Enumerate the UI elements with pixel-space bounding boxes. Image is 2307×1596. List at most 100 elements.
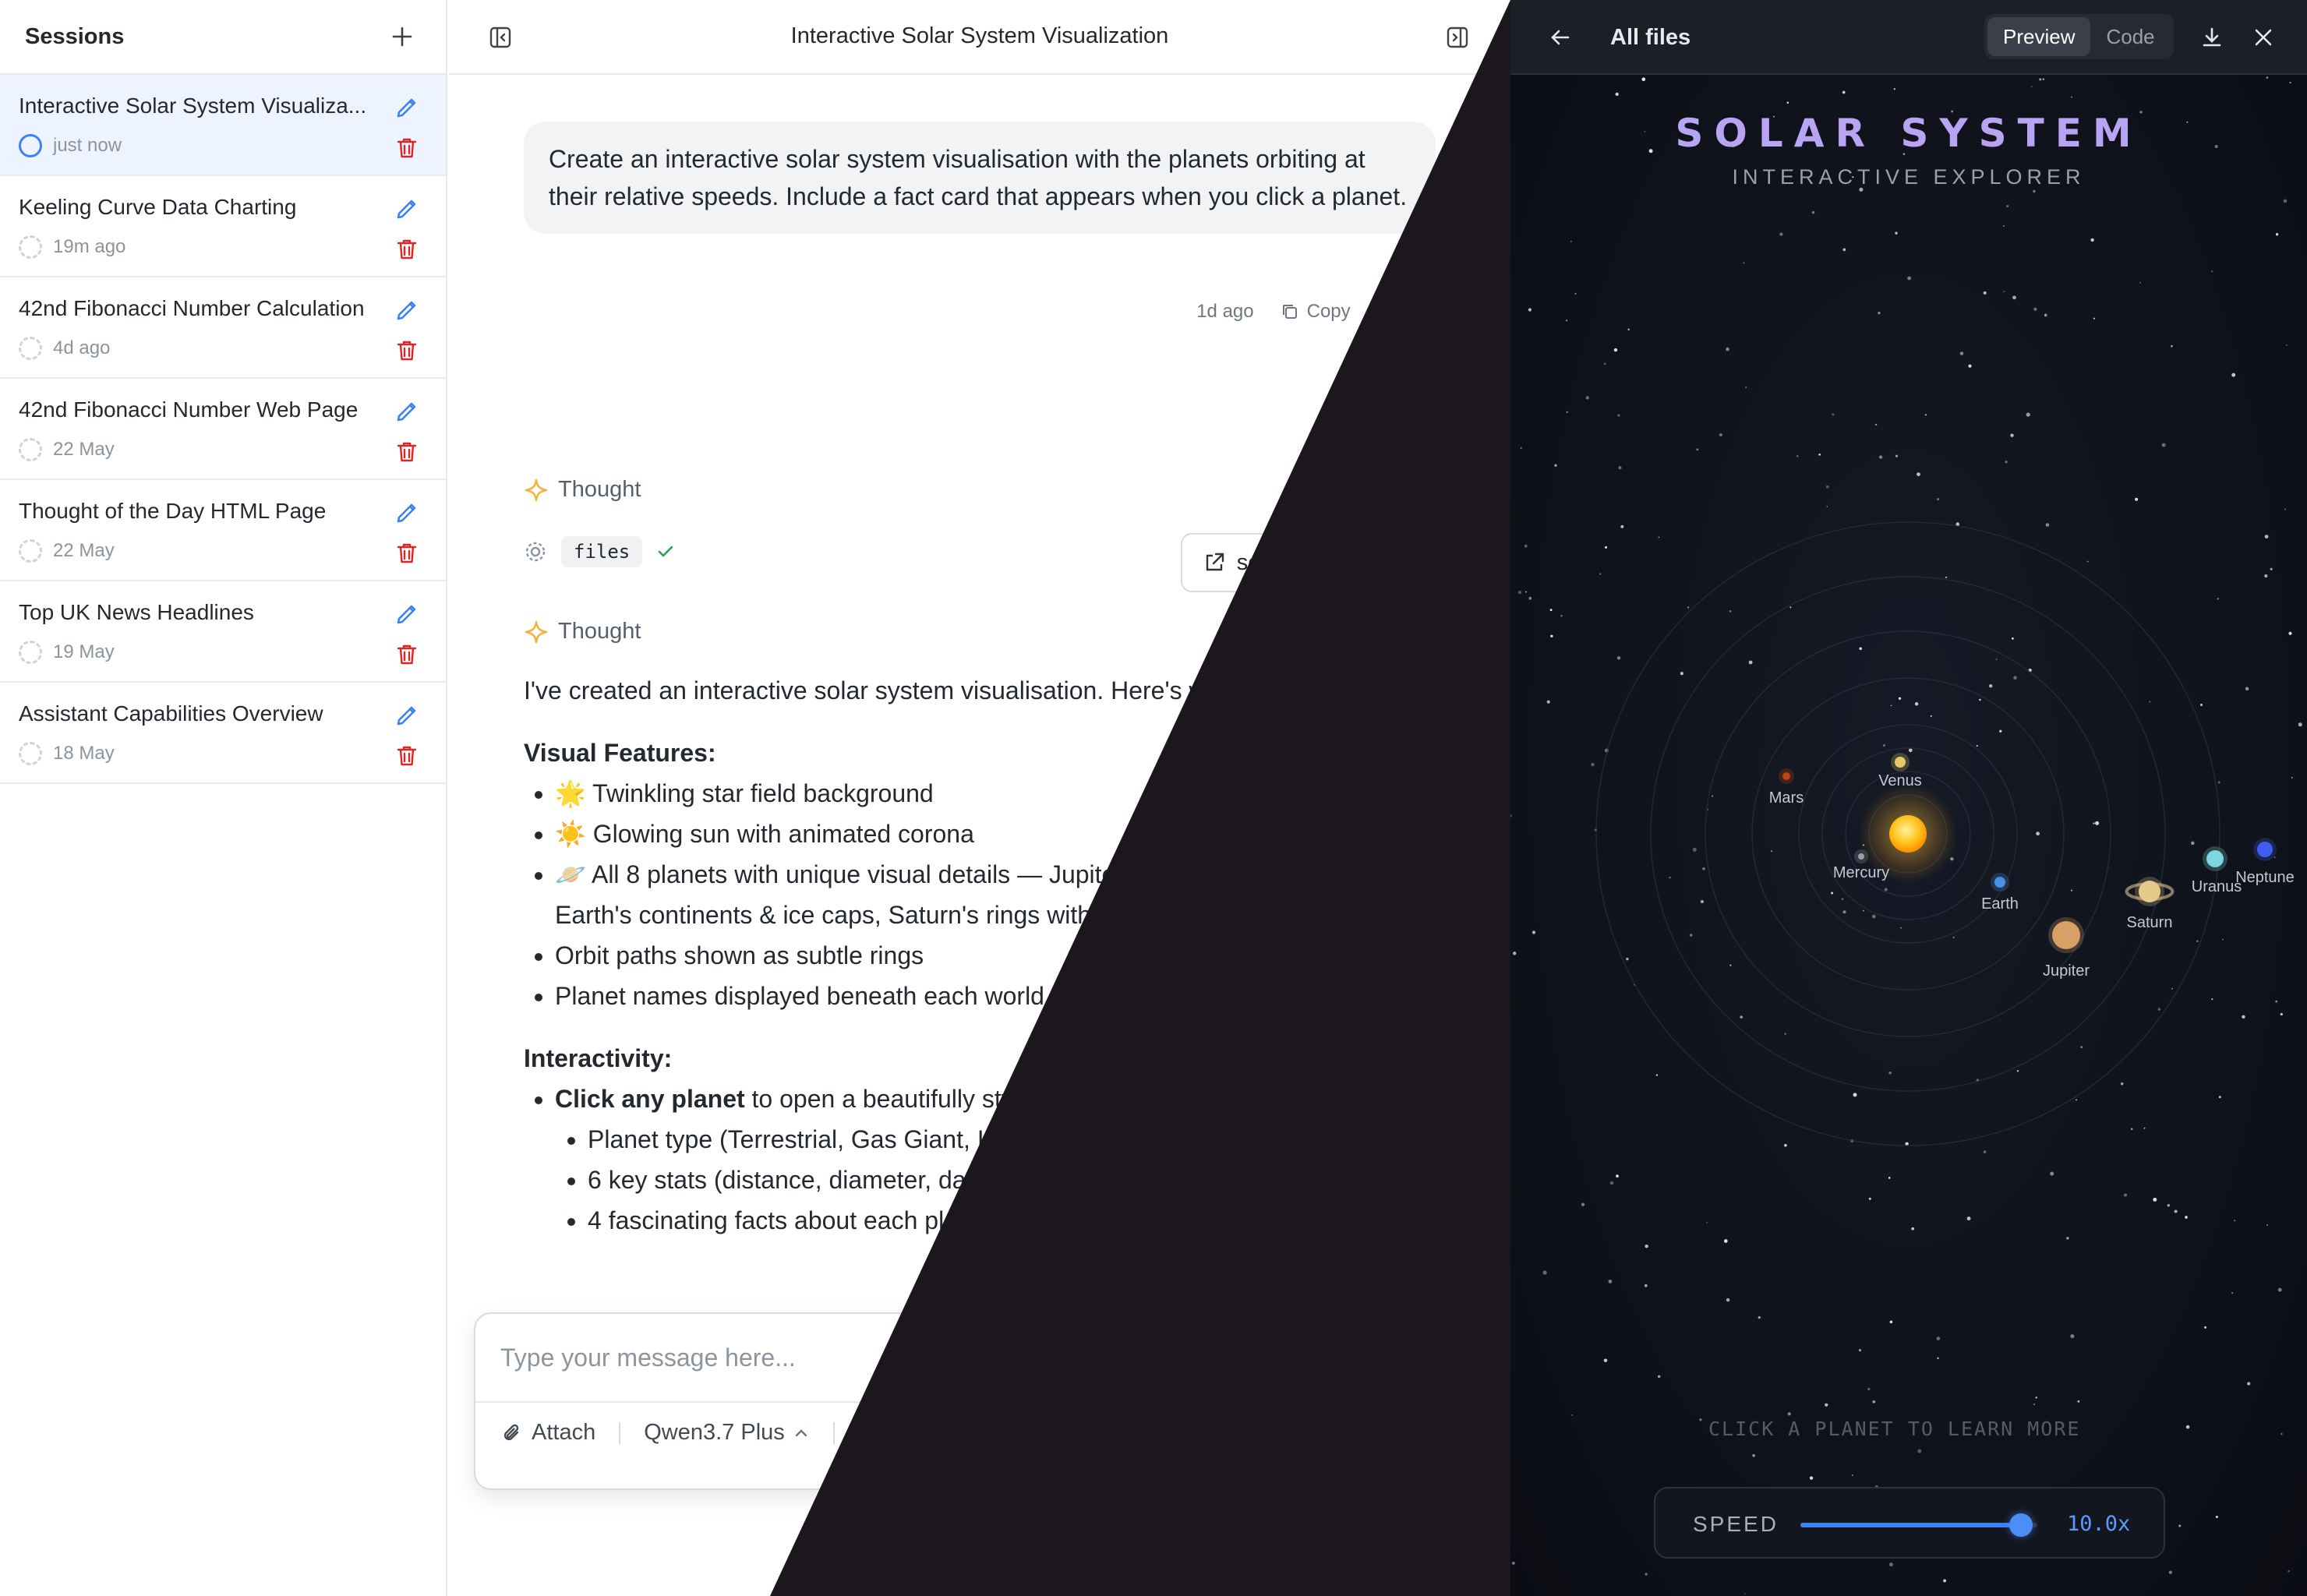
send-button[interactable]	[1422, 1421, 1459, 1459]
edit-session-button[interactable]	[391, 700, 422, 731]
star	[2283, 199, 2288, 203]
trash-icon	[397, 442, 417, 462]
status-indicator	[19, 337, 42, 360]
thought-toggle-2[interactable]: Thought	[524, 619, 641, 644]
sparkle-icon	[525, 620, 548, 643]
chat-panel: Interactive Solar System Visualization C…	[449, 0, 1510, 1596]
new-session-button[interactable]	[387, 21, 418, 52]
tab-preview[interactable]: Preview	[1987, 17, 2091, 56]
planet-jupiter[interactable]: Jupiter	[2043, 917, 2090, 980]
star	[1550, 634, 1553, 637]
delete-session-button[interactable]	[391, 538, 422, 569]
toggle-preview-button[interactable]	[1440, 20, 1475, 55]
pencil-icon	[397, 706, 416, 726]
star	[2093, 822, 2095, 824]
session-item[interactable]: Keeling Curve Data Charting 19m ago	[0, 176, 446, 277]
star	[2266, 1224, 2269, 1226]
panel-right-icon	[1447, 26, 1468, 48]
star	[2076, 1099, 2078, 1101]
planet-label: Venus	[1878, 772, 1922, 789]
star	[1546, 700, 1550, 704]
star	[1867, 1387, 1871, 1390]
send-icon	[1426, 1425, 1455, 1455]
star	[1581, 1202, 1585, 1206]
effort-selector[interactable]: Medium	[858, 1420, 963, 1446]
chat-title: Interactive Solar System Visualization	[790, 23, 1169, 48]
session-item[interactable]: Top UK News Headlines 19 May	[0, 581, 446, 683]
fact-card-list: Planet type (Terrestrial, Gas Giant, Ice…	[588, 1119, 1459, 1241]
copy-label: Copy	[1306, 301, 1351, 322]
planet-body[interactable]	[2257, 842, 2273, 857]
session-item[interactable]: 42nd Fibonacci Number Calculation 4d ago	[0, 277, 446, 379]
session-list: Interactive Solar System Visualiza... jus…	[0, 75, 446, 784]
star	[1895, 454, 1899, 457]
copy-button[interactable]: Copy	[1281, 301, 1351, 323]
star	[1888, 1177, 1891, 1179]
planet-venus[interactable]: Venus	[1878, 753, 1922, 789]
star	[2167, 1203, 2171, 1207]
session-title: Interactive Solar System Visualiza...	[19, 94, 367, 118]
preview-panel: All files Preview Code Mercury Venus Ear…	[1510, 0, 2307, 1596]
star	[1517, 591, 1521, 595]
paperclip-icon	[503, 1424, 519, 1440]
planet-body[interactable]	[1858, 853, 1864, 860]
session-item[interactable]: Interactive Solar System Visualiza... jus…	[0, 75, 446, 176]
delete-session-button[interactable]	[391, 639, 422, 670]
tab-code[interactable]: Code	[2090, 17, 2170, 56]
speed-slider-track[interactable]	[1800, 1523, 2037, 1527]
planet-body[interactable]	[2139, 881, 2160, 902]
close-button[interactable]	[2248, 22, 2279, 53]
star	[1570, 1414, 1573, 1416]
session-item[interactable]: Assistant Capabilities Overview 18 May	[0, 683, 446, 784]
star	[2012, 295, 2016, 300]
chevron-up-icon	[795, 1428, 807, 1436]
star	[1898, 697, 1902, 700]
planet-body[interactable]	[2206, 850, 2224, 867]
edit-session-button[interactable]	[391, 295, 422, 326]
delete-session-button[interactable]	[391, 132, 422, 164]
planet-mars[interactable]: Mars	[1769, 768, 1804, 807]
star	[1748, 660, 1753, 665]
star	[1591, 762, 1595, 767]
planet-body[interactable]	[2052, 921, 2080, 949]
star	[2153, 1197, 2157, 1202]
star	[1617, 414, 1620, 417]
status-indicator	[19, 438, 42, 461]
edit-session-button[interactable]	[391, 193, 422, 224]
speed-slider-handle[interactable]	[2008, 1513, 2033, 1537]
delete-session-button[interactable]	[391, 234, 422, 265]
session-item[interactable]: Thought of the Day HTML Page 22 May	[0, 480, 446, 581]
star	[2030, 86, 2033, 87]
edit-session-button[interactable]	[391, 497, 422, 528]
download-button[interactable]	[2196, 22, 2228, 53]
model-selector[interactable]: Qwen3.7 Plus	[644, 1420, 810, 1446]
sun[interactable]	[1889, 815, 1927, 853]
edit-session-button[interactable]	[391, 396, 422, 427]
star	[1842, 90, 1846, 94]
list-item: 6 key stats (distance, diameter, day/yea…	[588, 1160, 1459, 1200]
planet-body[interactable]	[1994, 877, 2005, 888]
session-item[interactable]: 42nd Fibonacci Number Web Page 22 May	[0, 379, 446, 480]
back-button[interactable]	[1543, 20, 1577, 55]
star	[1930, 715, 1932, 717]
planet-body[interactable]	[1782, 772, 1790, 780]
star	[2289, 82, 2291, 83]
edit-session-button[interactable]	[391, 598, 422, 630]
planet-body[interactable]	[1895, 757, 1906, 768]
star	[1687, 606, 1690, 609]
edit-button[interactable]: Edit	[1377, 301, 1436, 323]
thought-toggle[interactable]: Thought	[524, 477, 641, 503]
planet-neptune[interactable]: Neptune	[2235, 838, 2295, 886]
delete-session-button[interactable]	[391, 740, 422, 772]
edit-session-button[interactable]	[391, 92, 422, 123]
star	[1560, 615, 1563, 617]
delete-session-button[interactable]	[391, 436, 422, 468]
space-scene: Mercury Venus Earth Mars Jupiter Saturn Uranus…	[1510, 76, 2302, 1595]
delete-session-button[interactable]	[391, 335, 422, 366]
attach-button[interactable]: Attach	[500, 1420, 595, 1446]
app-title: SOLAR SYSTEM	[1675, 111, 2143, 156]
message-input[interactable]: Type your message here...	[500, 1344, 796, 1372]
planet-saturn[interactable]: Saturn	[2125, 877, 2175, 931]
planet-uranus[interactable]: Uranus	[2192, 846, 2242, 895]
open-file-button[interactable]: solar-system.html	[1180, 533, 1436, 592]
